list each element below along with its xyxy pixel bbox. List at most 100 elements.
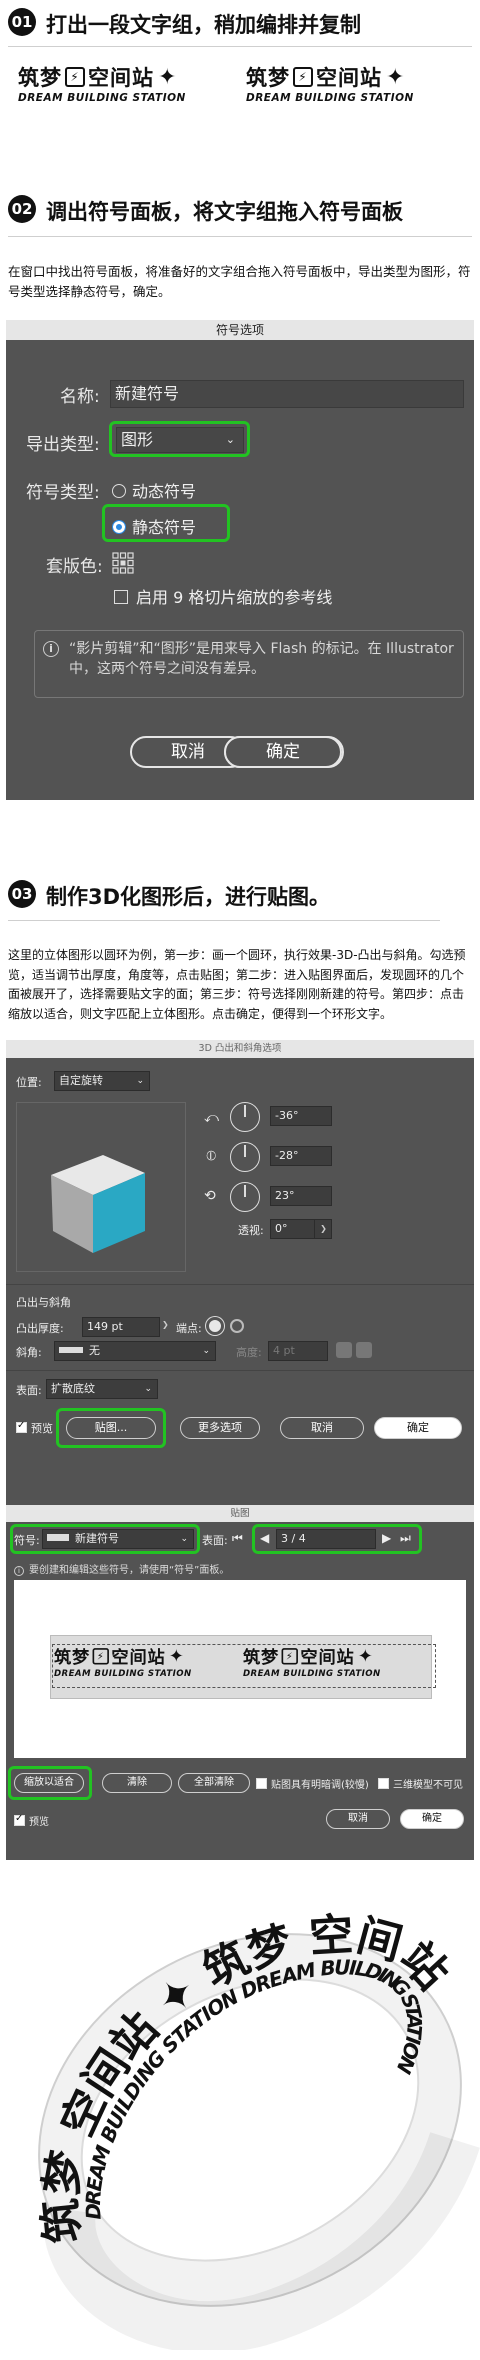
cap-label: 端点:: [176, 1322, 202, 1335]
highlight-map-button: [56, 1408, 166, 1448]
logo-group-2: 筑梦 ⚡ 空间站 ✦ DREAM BUILDING STATION: [246, 62, 414, 105]
star-icon: ✦: [386, 64, 406, 90]
step-title-1: 打出一段文字组，稍加编排并复制: [46, 13, 361, 37]
last-surface-icon[interactable]: ⏭: [400, 1531, 411, 1546]
divider: [6, 1284, 474, 1285]
dialog-title: 符号选项: [6, 320, 474, 340]
info-icon: i: [43, 641, 59, 657]
checkbox-icon: [378, 1778, 389, 1789]
chevron-down-icon: ⌄: [144, 1384, 152, 1394]
depth-label: 凸出厚度:: [16, 1322, 64, 1335]
next-surface-icon[interactable]: ▶: [382, 1531, 391, 1545]
invisible-geometry-checkbox[interactable]: 三维模型不可见: [378, 1776, 463, 1791]
logo-text-en: DREAM BUILDING STATION: [246, 92, 414, 104]
y-angle-input[interactable]: -28°: [270, 1146, 332, 1166]
x-rotate-icon: ⤺: [204, 1110, 219, 1126]
selection-bounding-box[interactable]: [52, 1644, 436, 1688]
surface-label: 表面:: [16, 1384, 42, 1397]
step-title-2: 调出符号面板，将文字组拖入符号面板: [46, 200, 403, 224]
bevel-value: 无: [89, 1344, 100, 1357]
chevron-down-icon: ⌄: [136, 1076, 144, 1086]
bevel-select[interactable]: 无 ⌄: [54, 1341, 216, 1361]
first-surface-icon[interactable]: ⏮: [232, 1531, 243, 1546]
preview-label: 预览: [29, 1817, 49, 1828]
preview-checkbox[interactable]: 预览: [14, 1813, 49, 1828]
highlight-symbol-select: [10, 1524, 200, 1554]
hint-text: i 要创建和编辑这些符号，请使用“符号”面板。: [14, 1561, 229, 1576]
divider: [8, 236, 472, 237]
lightning-icon: ⚡: [65, 67, 85, 87]
ok-button[interactable]: 确定: [224, 736, 342, 768]
x-axis-dial[interactable]: [230, 1102, 260, 1132]
rotation-preview-box[interactable]: [16, 1102, 186, 1272]
more-options-button[interactable]: 更多选项: [180, 1417, 260, 1439]
y-axis-dial[interactable]: [230, 1142, 260, 1172]
chevron-right-icon[interactable]: ❯: [314, 1219, 332, 1239]
dialog-title: 贴图: [6, 1505, 474, 1522]
bevel-in-icon[interactable]: [356, 1342, 372, 1358]
height-label: 高度:: [236, 1346, 262, 1359]
highlight-scale-to-fit: [8, 1766, 92, 1800]
checkbox-checked-icon: [14, 1813, 25, 1826]
divider: [6, 1370, 474, 1371]
step-description-3: 这里的立体图形以圆环为例，第一步：画一个圆环，执行效果-3D-凸出与斜角。勾选预…: [8, 948, 466, 1021]
surface-index-input[interactable]: 3 / 4: [276, 1529, 376, 1549]
3d-cube-preview: [51, 1155, 145, 1253]
depth-input[interactable]: 149 pt: [82, 1317, 160, 1337]
position-select[interactable]: 自定旋转 ⌄: [54, 1071, 150, 1091]
nine-slice-label: 启用 9 格切片缩放的参考线: [136, 588, 333, 607]
map-art-dialog: 贴图 符号: 新建符号 ⌄ 表面: ⏮ ◀ 3 / 4 ▶ ⏭ i 要创建和编辑这些…: [6, 1505, 474, 1860]
registration-grid-icon[interactable]: [112, 552, 134, 574]
clear-button[interactable]: 清除: [102, 1773, 172, 1793]
cap-off-icon[interactable]: [230, 1319, 244, 1333]
map-canvas[interactable]: 筑梦 ⚡ 空间站 ✦ DREAM BUILDING STATION 筑梦 ⚡ 空…: [14, 1580, 466, 1758]
chevron-right-icon[interactable]: ❯: [162, 1320, 169, 1329]
y-rotate-icon: ⦶: [206, 1148, 217, 1164]
highlight-export-type: [109, 421, 250, 457]
logo-text-cn-b: 空间站: [88, 66, 154, 90]
x-angle-input[interactable]: -36°: [270, 1106, 332, 1126]
clear-all-button[interactable]: 全部清除: [178, 1773, 250, 1793]
lightning-icon: ⚡: [293, 67, 313, 87]
ok-button[interactable]: 确定: [374, 1417, 462, 1439]
invisible-geometry-label: 三维模型不可见: [393, 1780, 463, 1791]
logo-text-cn-a: 筑梦: [18, 66, 62, 90]
ring-text-3d-result: 筑梦 空间站 ✦ 筑梦 空间站 DREAM BUILDING STATION D…: [35, 1909, 480, 2350]
name-input[interactable]: 新建符号: [110, 380, 464, 408]
highlight-static-symbol: [102, 504, 230, 542]
shade-artwork-label: 贴图具有明暗调(较慢): [271, 1780, 369, 1791]
export-type-label: 导出类型:: [26, 435, 100, 455]
radio-dynamic[interactable]: 动态符号: [112, 478, 196, 502]
position-label: 位置:: [16, 1076, 42, 1089]
star-icon: ✦: [158, 64, 178, 90]
z-axis-dial[interactable]: [230, 1182, 260, 1212]
step-title-3: 制作3D化图形后，进行贴图。: [46, 885, 331, 909]
position-value: 自定旋转: [59, 1074, 103, 1087]
shade-artwork-checkbox[interactable]: 贴图具有明暗调(较慢): [256, 1776, 369, 1791]
step-description-2: 在窗口中找出符号面板，将准备好的文字组合拖入符号面板中，导出类型为图形，符号类型…: [8, 264, 471, 299]
cancel-button[interactable]: 取消: [326, 1809, 390, 1829]
height-input[interactable]: 4 pt: [268, 1341, 328, 1361]
surface-value: 扩散底纹: [51, 1382, 95, 1395]
registration-label: 套版色:: [46, 557, 103, 577]
hint-label: 要创建和编辑这些符号，请使用“符号”面板。: [29, 1565, 230, 1576]
symbol-options-dialog: 符号选项 名称: 新建符号 导出类型: 图形 ⌄ 符号类型: 动态符号 静态符号…: [6, 320, 474, 800]
cap-on-icon[interactable]: [206, 1317, 224, 1335]
dialog-title: 3D 凸出和斜角选项: [6, 1040, 474, 1058]
prev-surface-icon[interactable]: ◀: [260, 1531, 269, 1545]
step-number-1: 01: [8, 8, 36, 36]
preview-checkbox[interactable]: 预览: [16, 1420, 53, 1436]
cancel-button[interactable]: 取消: [280, 1417, 364, 1439]
logo-text-cn-b: 空间站: [316, 66, 382, 90]
ok-button[interactable]: 确定: [400, 1809, 464, 1829]
checkbox-icon: [256, 1778, 267, 1789]
z-angle-input[interactable]: 23°: [270, 1186, 332, 1206]
surface-label: 表面:: [202, 1534, 228, 1547]
surface-select[interactable]: 扩散底纹 ⌄: [46, 1379, 158, 1399]
perspective-label: 透视:: [238, 1224, 264, 1237]
radio-dynamic-label: 动态符号: [132, 482, 197, 501]
radio-icon: [112, 484, 126, 498]
nine-slice-checkbox[interactable]: 启用 9 格切片缩放的参考线: [114, 584, 332, 608]
bevel-out-icon[interactable]: [336, 1342, 352, 1358]
bevel-line-icon: [59, 1347, 83, 1353]
